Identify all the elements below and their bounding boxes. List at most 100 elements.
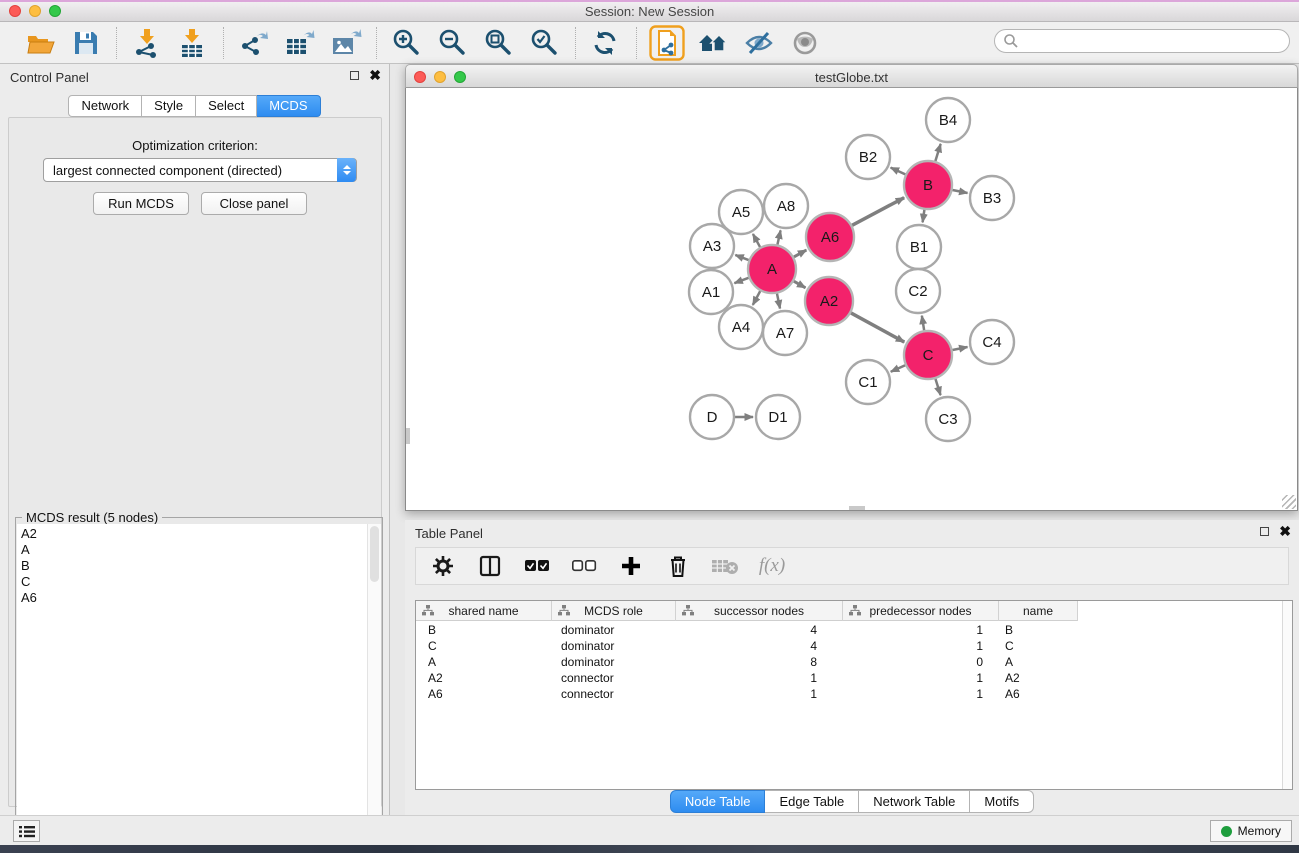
- close-panel-icon[interactable]: ✖: [369, 70, 381, 80]
- network-window-titlebar[interactable]: testGlobe.txt: [405, 64, 1298, 88]
- float-panel-icon[interactable]: [350, 71, 359, 80]
- edge-A2-C[interactable]: [851, 313, 904, 342]
- task-history-button[interactable]: [13, 820, 40, 842]
- hide-selected-icon[interactable]: [741, 26, 777, 60]
- zoom-selected-icon[interactable]: [527, 26, 563, 60]
- add-icon[interactable]: [616, 551, 646, 581]
- node-label-B4: B4: [939, 112, 957, 129]
- deselect-all-icon[interactable]: [569, 551, 599, 581]
- mcds-result-list[interactable]: A2ABCA6: [17, 524, 369, 853]
- mcds-result-item[interactable]: B: [21, 558, 369, 574]
- node-label-A7: A7: [776, 325, 794, 342]
- node-label-C2: C2: [908, 283, 927, 300]
- search-input[interactable]: [994, 29, 1290, 53]
- column-header-predecessor-nodes[interactable]: predecessor nodes: [843, 601, 999, 621]
- tab-edge-table[interactable]: Edge Table: [765, 790, 859, 813]
- new-network-from-selection-icon[interactable]: [649, 26, 685, 60]
- table-cell: B: [999, 623, 1078, 637]
- function-builder-icon[interactable]: f(x): [757, 551, 787, 581]
- delete-table-icon[interactable]: [710, 551, 740, 581]
- node-label-C1: C1: [858, 374, 877, 391]
- tab-select[interactable]: Select: [196, 95, 257, 117]
- memory-button[interactable]: Memory: [1210, 820, 1292, 842]
- table-row[interactable]: A6connector11A6: [416, 686, 1292, 702]
- table-toolbar: f(x): [415, 547, 1289, 585]
- close-panel-button[interactable]: Close panel: [201, 192, 307, 215]
- table-row[interactable]: Adominator80A: [416, 654, 1292, 670]
- gear-icon[interactable]: [428, 551, 458, 581]
- node-table[interactable]: shared nameMCDS rolesuccessor nodesprede…: [415, 600, 1293, 790]
- edge-B-B2[interactable]: [891, 168, 906, 175]
- node-label-A6: A6: [821, 229, 839, 246]
- tab-network-table[interactable]: Network Table: [859, 790, 970, 813]
- import-table-icon[interactable]: [175, 26, 211, 60]
- edge-C-C2[interactable]: [922, 316, 924, 331]
- column-header-shared-name[interactable]: shared name: [416, 601, 552, 621]
- edge-A-A5[interactable]: [753, 234, 760, 247]
- resize-grip-icon[interactable]: [1282, 495, 1296, 509]
- node-label-B2: B2: [859, 149, 877, 166]
- tab-style[interactable]: Style: [142, 95, 196, 117]
- edge-A-A1[interactable]: [734, 278, 748, 283]
- table-scrollbar[interactable]: [1282, 601, 1292, 789]
- column-header-name[interactable]: name: [999, 601, 1078, 621]
- show-all-icon[interactable]: [787, 26, 823, 60]
- node-label-A8: A8: [777, 198, 795, 215]
- delete-icon[interactable]: [663, 551, 693, 581]
- mcds-result-item[interactable]: C: [21, 574, 369, 590]
- first-neighbors-icon[interactable]: [695, 26, 731, 60]
- edge-C-C1[interactable]: [891, 365, 905, 371]
- mcds-result-item[interactable]: A6: [21, 590, 369, 606]
- import-network-icon[interactable]: [129, 26, 165, 60]
- mcds-result-item[interactable]: A: [21, 542, 369, 558]
- edge-A-A6[interactable]: [794, 250, 806, 257]
- edge-B-B3[interactable]: [952, 190, 967, 193]
- column-header-MCDS-role[interactable]: MCDS role: [552, 601, 676, 621]
- canvas-scroll-nub-left[interactable]: [406, 428, 410, 444]
- close-panel-icon[interactable]: ✖: [1279, 526, 1291, 536]
- zoom-in-icon[interactable]: [389, 26, 425, 60]
- tab-motifs[interactable]: Motifs: [970, 790, 1034, 813]
- zoom-fit-icon[interactable]: [481, 26, 517, 60]
- export-network-icon[interactable]: [236, 26, 272, 60]
- edge-A-A3[interactable]: [735, 255, 748, 260]
- refresh-icon[interactable]: [588, 26, 624, 60]
- result-scrollbar[interactable]: [367, 524, 381, 853]
- edge-A-A2[interactable]: [794, 281, 806, 288]
- criterion-select[interactable]: largest connected component (directed): [43, 158, 357, 182]
- table-row[interactable]: Bdominator41B: [416, 622, 1292, 638]
- canvas-scroll-nub-bottom[interactable]: [849, 506, 865, 510]
- edge-A-A7[interactable]: [777, 293, 780, 308]
- zoom-out-icon[interactable]: [435, 26, 471, 60]
- run-mcds-button[interactable]: Run MCDS: [93, 192, 189, 215]
- table-row[interactable]: Cdominator41C: [416, 638, 1292, 654]
- tab-mcds[interactable]: MCDS: [257, 95, 320, 117]
- main-toolbar: [0, 22, 1299, 64]
- edge-B-B4[interactable]: [935, 144, 940, 161]
- node-label-A1: A1: [702, 284, 720, 301]
- tab-node-table[interactable]: Node Table: [670, 790, 766, 813]
- tab-network[interactable]: Network: [68, 95, 142, 117]
- table-cell: A: [416, 655, 552, 669]
- float-panel-icon[interactable]: [1260, 527, 1269, 536]
- select-all-icon[interactable]: [522, 551, 552, 581]
- edge-B-B1[interactable]: [923, 210, 925, 223]
- network-canvas[interactable]: B4B2BB3A5A8A6A3B1AC2A1A2A4A7C4CC1C3DD1: [405, 88, 1298, 511]
- mcds-result-box: MCDS result (5 nodes) A2ABCA6: [15, 517, 383, 853]
- mcds-result-title: MCDS result (5 nodes): [22, 510, 162, 525]
- edge-A-A8[interactable]: [777, 230, 780, 244]
- save-session-icon[interactable]: [68, 26, 104, 60]
- edge-A6-B[interactable]: [852, 198, 904, 226]
- column-icon[interactable]: [475, 551, 505, 581]
- table-row[interactable]: A2connector11A2: [416, 670, 1292, 686]
- export-table-icon[interactable]: [282, 26, 318, 60]
- memory-status-icon: [1221, 826, 1232, 837]
- export-image-icon[interactable]: [328, 26, 364, 60]
- edge-A-A4[interactable]: [753, 291, 760, 305]
- table-cell: 4: [676, 623, 843, 637]
- edge-C-C3[interactable]: [935, 379, 940, 395]
- column-header-successor-nodes[interactable]: successor nodes: [676, 601, 843, 621]
- open-session-icon[interactable]: [22, 26, 58, 60]
- mcds-result-item[interactable]: A2: [21, 526, 369, 542]
- edge-C-C4[interactable]: [952, 347, 967, 350]
